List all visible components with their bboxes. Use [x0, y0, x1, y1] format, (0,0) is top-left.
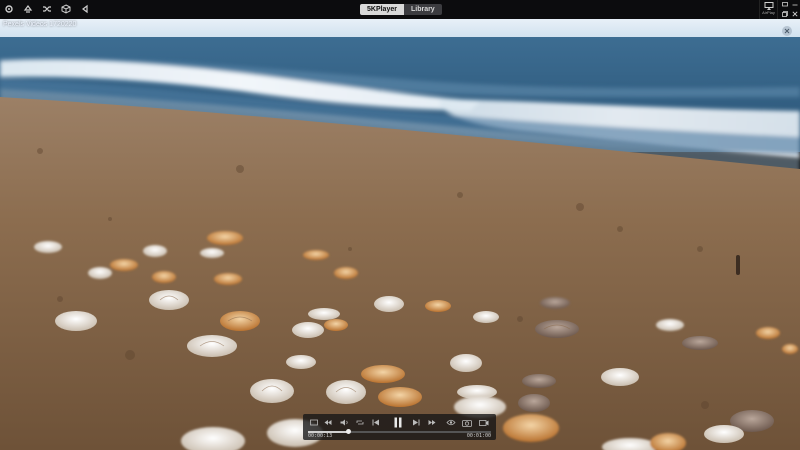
loop-icon[interactable] [355, 416, 365, 429]
tab-5kplayer[interactable]: 5KPlayer [360, 4, 404, 15]
back-icon[interactable] [78, 2, 92, 16]
seek-handle[interactable] [345, 429, 351, 434]
control-buttons [303, 416, 496, 429]
rewind-icon[interactable] [323, 416, 333, 429]
vr-mode-icon[interactable] [309, 416, 319, 429]
recycle-icon[interactable] [21, 2, 35, 16]
top-bar: 5KPlayer Library AirPlay [0, 0, 800, 19]
airplay-icon [764, 2, 773, 10]
forward-icon[interactable] [427, 416, 437, 429]
tab-library[interactable]: Library [403, 4, 442, 15]
toolbar-icons [2, 2, 92, 16]
video-canvas[interactable] [0, 19, 800, 450]
close-icon[interactable] [790, 9, 800, 19]
chat-icon[interactable] [780, 0, 790, 9]
previous-icon[interactable] [371, 416, 381, 429]
minimize-icon[interactable] [790, 0, 800, 9]
next-icon[interactable] [411, 416, 421, 429]
subtitle-icon[interactable] [445, 416, 457, 429]
snapshot-icon[interactable] [461, 416, 473, 429]
settings-icon[interactable] [2, 2, 16, 16]
total-time: 00:01:00 [466, 433, 491, 439]
close-video-icon[interactable] [782, 26, 792, 36]
current-time: 00:00:13 [308, 433, 333, 439]
airplay-button[interactable]: AirPlay [759, 0, 778, 19]
pause-icon[interactable] [391, 416, 405, 429]
window-controls [780, 0, 800, 19]
shuffle-icon[interactable] [40, 2, 54, 16]
airplay-label: AirPlay [762, 10, 775, 15]
restore-icon[interactable] [780, 9, 790, 19]
main-tabs: 5KPlayer Library [360, 4, 442, 15]
volume-icon[interactable] [338, 416, 350, 429]
cube-icon[interactable] [59, 2, 73, 16]
video-title: Pexels Videos 1720220 [3, 21, 77, 28]
beach-scene [0, 19, 800, 450]
seek-bar[interactable] [308, 429, 491, 434]
record-icon[interactable] [478, 416, 490, 429]
playback-control-bar: 00:00:13 00:01:00 [303, 414, 496, 440]
